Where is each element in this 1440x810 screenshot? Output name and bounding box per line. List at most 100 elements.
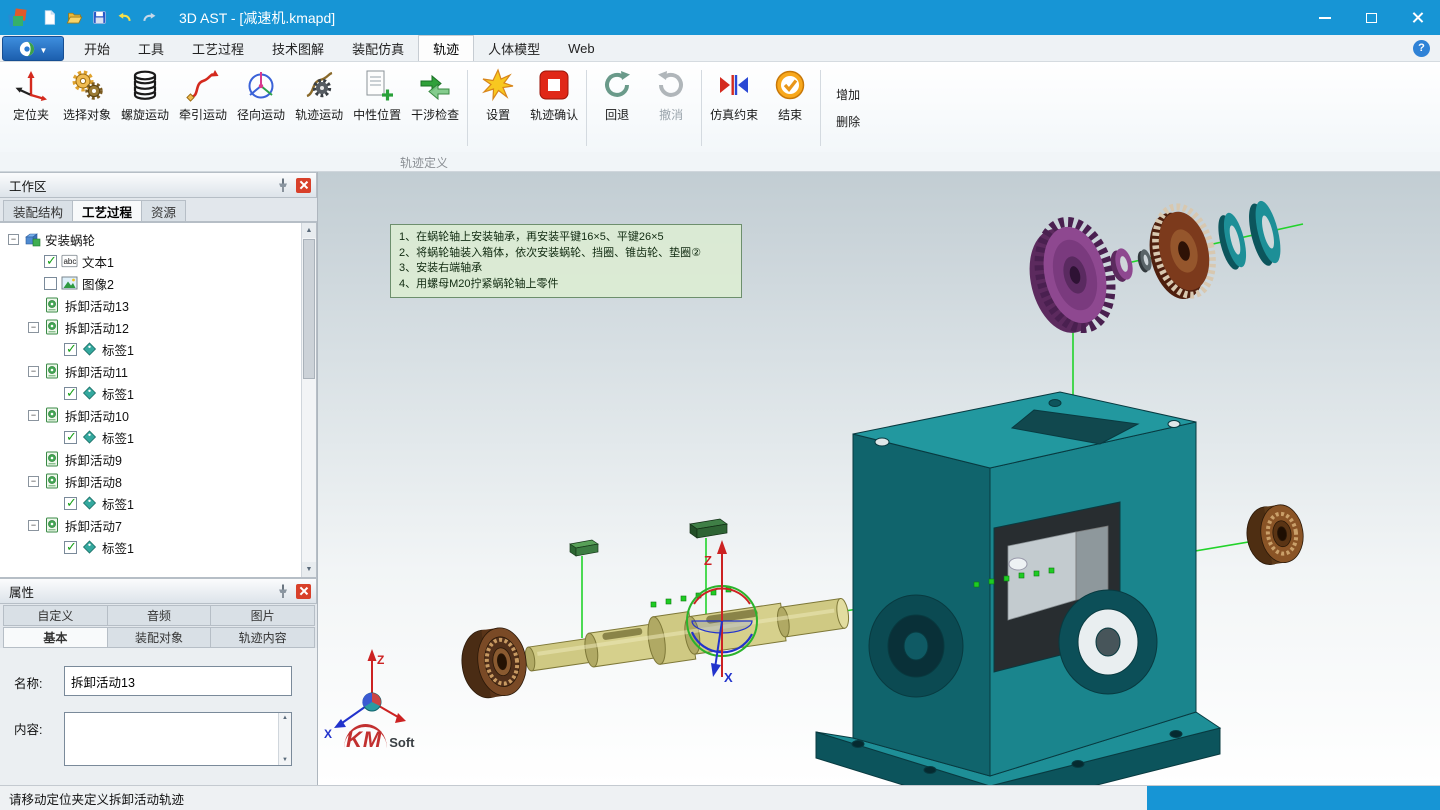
name-input[interactable] (64, 666, 292, 696)
tree-item[interactable]: 标签1 (4, 536, 316, 558)
tab-audio[interactable]: 音频 (107, 605, 212, 626)
scroll-up-icon[interactable] (302, 223, 316, 238)
tab-assembly-object[interactable]: 装配对象 (107, 627, 212, 648)
scroll-thumb[interactable] (303, 239, 315, 379)
textarea-scrollbar[interactable] (278, 713, 291, 765)
settings-button[interactable]: 设置 (471, 64, 525, 152)
scroll-up-icon[interactable] (282, 715, 288, 721)
menu-tab-process[interactable]: 工艺过程 (178, 35, 258, 61)
properties-close-icon[interactable] (296, 584, 311, 599)
content-textarea[interactable] (65, 713, 291, 765)
simulation-constraint-button[interactable]: 仿真约束 (705, 64, 763, 152)
tree-item[interactable]: −拆卸活动11 (4, 360, 316, 382)
trajectory-confirm-button[interactable]: 轨迹确认 (525, 64, 583, 152)
tree-item[interactable]: 标签1 (4, 382, 316, 404)
tree-item[interactable]: 拆卸活动13 (4, 294, 316, 316)
flat-key-large[interactable] (690, 519, 727, 538)
collapse-icon[interactable]: − (28, 366, 39, 377)
help-icon[interactable] (1413, 40, 1430, 57)
minimize-button[interactable] (1302, 0, 1348, 35)
visibility-checkbox[interactable] (64, 387, 77, 400)
status-bar: 请移动定位夹定义拆卸活动轨迹 (0, 785, 1440, 810)
ribbon-button-label: 撤消 (659, 106, 683, 123)
tree-item[interactable]: 标签1 (4, 426, 316, 448)
collapse-icon[interactable]: − (28, 476, 39, 487)
open-file-icon[interactable] (63, 7, 85, 29)
tab-picture[interactable]: 图片 (210, 605, 315, 626)
tab-basic[interactable]: 基本 (3, 627, 108, 648)
visibility-checkbox[interactable] (44, 277, 57, 290)
bevel-gear[interactable] (1140, 201, 1221, 305)
tree-item[interactable]: −拆卸活动12 (4, 316, 316, 338)
tab-assembly-structure[interactable]: 装配结构 (3, 200, 73, 221)
spiral-motion-button[interactable]: 螺旋运动 (116, 64, 174, 152)
tree-item[interactable]: 标签1 (4, 338, 316, 360)
finish-button[interactable]: 结束 (763, 64, 817, 152)
bearing-left[interactable] (458, 625, 531, 701)
visibility-checkbox[interactable] (64, 431, 77, 444)
file-menu-button[interactable] (2, 36, 64, 61)
tab-resources[interactable]: 资源 (141, 200, 186, 221)
flat-key-small[interactable] (570, 540, 598, 556)
workspace-close-icon[interactable] (296, 178, 311, 193)
tree-item[interactable]: abc文本1 (4, 250, 316, 272)
tab-custom[interactable]: 自定义 (3, 605, 108, 626)
pin-icon[interactable] (275, 583, 291, 599)
radial-motion-button[interactable]: 径向运动 (232, 64, 290, 152)
maximize-button[interactable] (1348, 0, 1394, 35)
pin-icon[interactable] (275, 177, 291, 193)
menu-tab-tools[interactable]: 工具 (124, 35, 178, 61)
menu-tab-assembly-sim[interactable]: 装配仿真 (338, 35, 418, 61)
washer-teal-2[interactable] (1244, 199, 1286, 269)
save-icon[interactable] (88, 7, 110, 29)
interference-check-button[interactable]: 干涉检查 (406, 64, 464, 152)
menu-tab-web[interactable]: Web (554, 35, 609, 61)
gearbox-housing[interactable] (816, 392, 1220, 785)
tree-item[interactable]: −拆卸活动8 (4, 470, 316, 492)
neutral-position-button[interactable]: 中性位置 (348, 64, 406, 152)
rollback-button[interactable]: 回退 (590, 64, 644, 152)
collapse-icon[interactable]: − (8, 234, 19, 245)
tree-item[interactable]: 拆卸活动9 (4, 448, 316, 470)
collapse-icon[interactable]: − (28, 322, 39, 333)
finish-icon (773, 68, 807, 102)
worm-shaft[interactable] (522, 589, 852, 684)
menu-tab-start[interactable]: 开始 (70, 35, 124, 61)
bearing-right[interactable] (1243, 502, 1307, 567)
tab-trajectory-content[interactable]: 轨迹内容 (210, 627, 315, 648)
select-object-button[interactable]: 选择对象 (58, 64, 116, 152)
tree-item[interactable]: −拆卸活动7 (4, 514, 316, 536)
tab-process[interactable]: 工艺过程 (72, 200, 142, 221)
washer-teal-1[interactable] (1214, 211, 1251, 272)
collapse-icon[interactable]: − (28, 520, 39, 531)
visibility-checkbox[interactable] (64, 343, 77, 356)
tree-item[interactable]: 标签1 (4, 492, 316, 514)
visibility-checkbox[interactable] (64, 541, 77, 554)
menu-tab-human-model[interactable]: 人体模型 (474, 35, 554, 61)
scroll-down-icon[interactable] (282, 757, 288, 763)
undo-title-icon[interactable] (113, 7, 135, 29)
undo-button[interactable]: 撤消 (644, 64, 698, 152)
close-button[interactable] (1394, 0, 1440, 35)
worm-gear[interactable] (1018, 214, 1121, 340)
tree-item[interactable]: −安装蜗轮 (4, 228, 316, 250)
tree-item[interactable]: 图像2 (4, 272, 316, 294)
redo-title-icon[interactable] (138, 7, 160, 29)
positioning-clamp-button[interactable]: 定位夹 (4, 64, 58, 152)
collapse-icon[interactable]: − (28, 410, 39, 421)
visibility-checkbox[interactable] (64, 497, 77, 510)
trajectory-motion-button[interactable]: 轨迹运动 (290, 64, 348, 152)
scroll-down-icon[interactable] (302, 562, 316, 577)
delete-button[interactable]: 删除 (832, 112, 864, 131)
viewport-3d[interactable]: Z X Z X 1、在 (318, 172, 1440, 785)
traction-motion-button[interactable]: 牵引运动 (174, 64, 232, 152)
menu-tab-tech-illustration[interactable]: 技术图解 (258, 35, 338, 61)
new-file-icon[interactable] (38, 7, 60, 29)
add-button[interactable]: 增加 (832, 85, 864, 104)
menu-tab-trajectory[interactable]: 轨迹 (418, 35, 474, 61)
tree-item[interactable]: −拆卸活动10 (4, 404, 316, 426)
ribbon-button-label: 径向运动 (237, 106, 285, 123)
ribbon-separator (820, 70, 821, 146)
tree-scrollbar[interactable] (301, 223, 316, 577)
visibility-checkbox[interactable] (44, 255, 57, 268)
